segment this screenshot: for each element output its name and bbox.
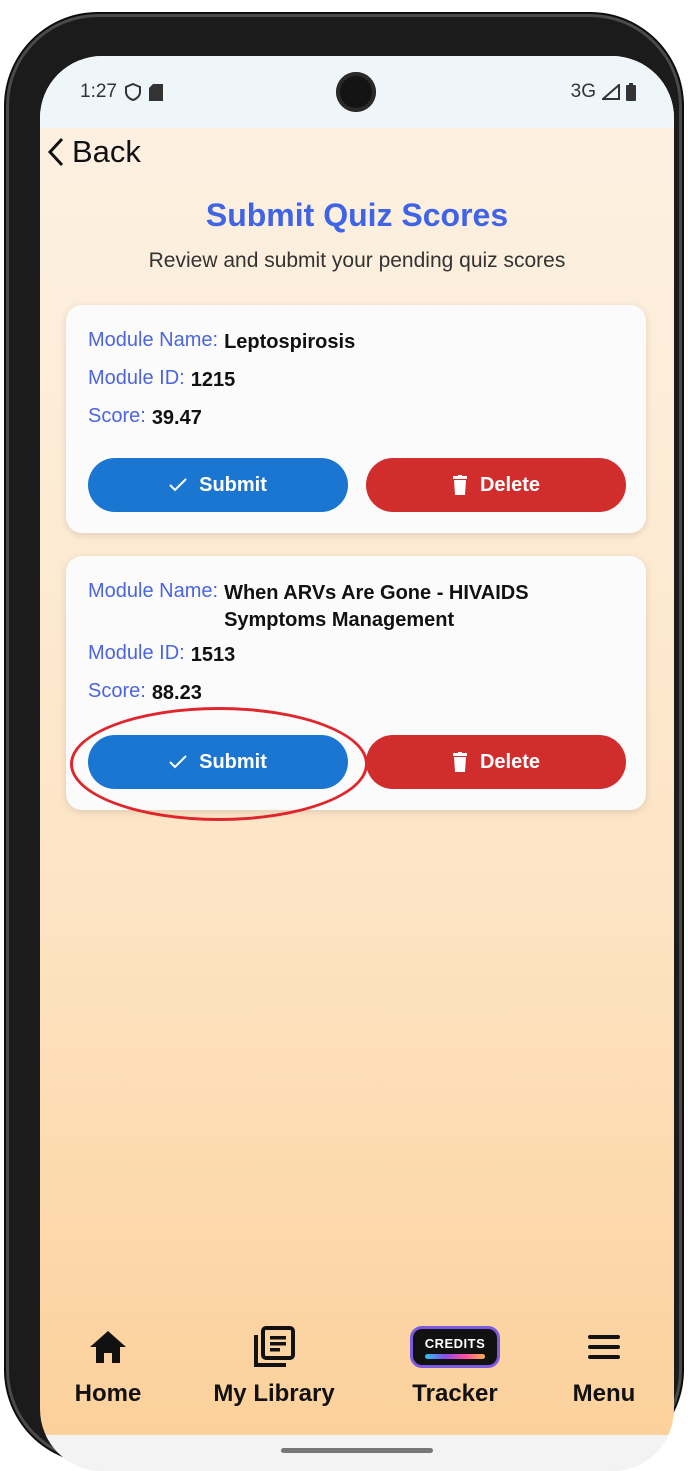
menu-icon xyxy=(588,1335,620,1359)
nav-item-tracker[interactable]: CREDITS Tracker xyxy=(400,1322,510,1408)
score-label: Score: xyxy=(88,680,146,702)
credits-icon: CREDITS xyxy=(413,1329,497,1365)
status-bar: 1:27 3G xyxy=(40,56,674,128)
nav-item-menu[interactable]: Menu xyxy=(564,1322,644,1408)
front-camera xyxy=(336,72,376,112)
score-row: Score: 39.47 xyxy=(88,405,202,432)
page-subtitle: Review and submit your pending quiz scor… xyxy=(148,249,566,272)
back-label: Back xyxy=(72,134,141,169)
credits-badge-text: CREDITS xyxy=(424,1335,486,1351)
module-name-label: Module Name: xyxy=(88,580,219,602)
trash-icon xyxy=(452,752,467,772)
delete-button[interactable]: Delete xyxy=(366,458,626,512)
phone-frame: 1:27 3G Back Submit Quiz Scores Review a… xyxy=(6,14,682,1471)
network-type: 3G xyxy=(570,81,596,102)
score-value: 88.23 xyxy=(151,682,202,704)
nav-item-my-library[interactable]: My Library xyxy=(206,1322,342,1408)
module-name-label: Module Name: xyxy=(88,329,219,351)
chevron-left-icon xyxy=(47,137,64,167)
module-id-value: 1513 xyxy=(190,644,236,666)
delete-label: Delete xyxy=(479,473,541,496)
home-indicator[interactable] xyxy=(281,1448,433,1453)
submit-label: Submit xyxy=(199,473,267,496)
module-name-row: Module Name: When ARVs Are Gone - HIVAID… xyxy=(88,580,554,634)
sd-card-icon xyxy=(148,83,163,101)
gesture-bar xyxy=(40,1435,674,1471)
page-title: Submit Quiz Scores xyxy=(205,197,509,233)
check-icon xyxy=(169,478,187,492)
shield-icon xyxy=(124,83,141,101)
home-icon xyxy=(90,1331,126,1363)
delete-label: Delete xyxy=(479,750,541,773)
quiz-score-card: Module Name: Leptospirosis Module ID: 12… xyxy=(66,305,646,533)
module-id-label: Module ID: xyxy=(88,642,185,664)
module-id-row: Module ID: 1513 xyxy=(88,642,235,669)
module-id-label: Module ID: xyxy=(88,367,185,389)
library-icon xyxy=(254,1326,295,1367)
trash-icon xyxy=(452,475,467,495)
nav-label-my-library: My Library xyxy=(213,1380,335,1407)
module-id-row: Module ID: 1215 xyxy=(88,367,235,394)
score-label: Score: xyxy=(88,405,146,427)
submit-button[interactable]: Submit xyxy=(88,458,348,512)
module-name-value: When ARVs Are Gone - HIVAIDS Symptoms Ma… xyxy=(224,582,529,631)
nav-label-menu: Menu xyxy=(572,1380,636,1407)
submit-highlight-ring xyxy=(70,707,368,821)
signal-icon xyxy=(602,84,620,100)
nav-label-home: Home xyxy=(74,1380,142,1407)
battery-icon xyxy=(626,83,636,101)
module-name-row: Module Name: Leptospirosis xyxy=(88,329,355,356)
module-id-value: 1215 xyxy=(190,369,236,391)
bottom-nav: Home My Library CREDITS Tracker Menu xyxy=(40,1322,674,1442)
score-row: Score: 88.23 xyxy=(88,680,202,707)
back-button[interactable]: Back xyxy=(46,134,141,170)
nav-label-tracker: Tracker xyxy=(412,1380,498,1407)
delete-button[interactable]: Delete xyxy=(366,735,626,789)
app-screen: 1:27 3G Back Submit Quiz Scores Review a… xyxy=(40,56,674,1471)
status-time: 1:27 xyxy=(80,81,117,102)
nav-item-home[interactable]: Home xyxy=(68,1322,148,1408)
module-name-value: Leptospirosis xyxy=(224,331,356,353)
score-value: 39.47 xyxy=(151,407,202,429)
